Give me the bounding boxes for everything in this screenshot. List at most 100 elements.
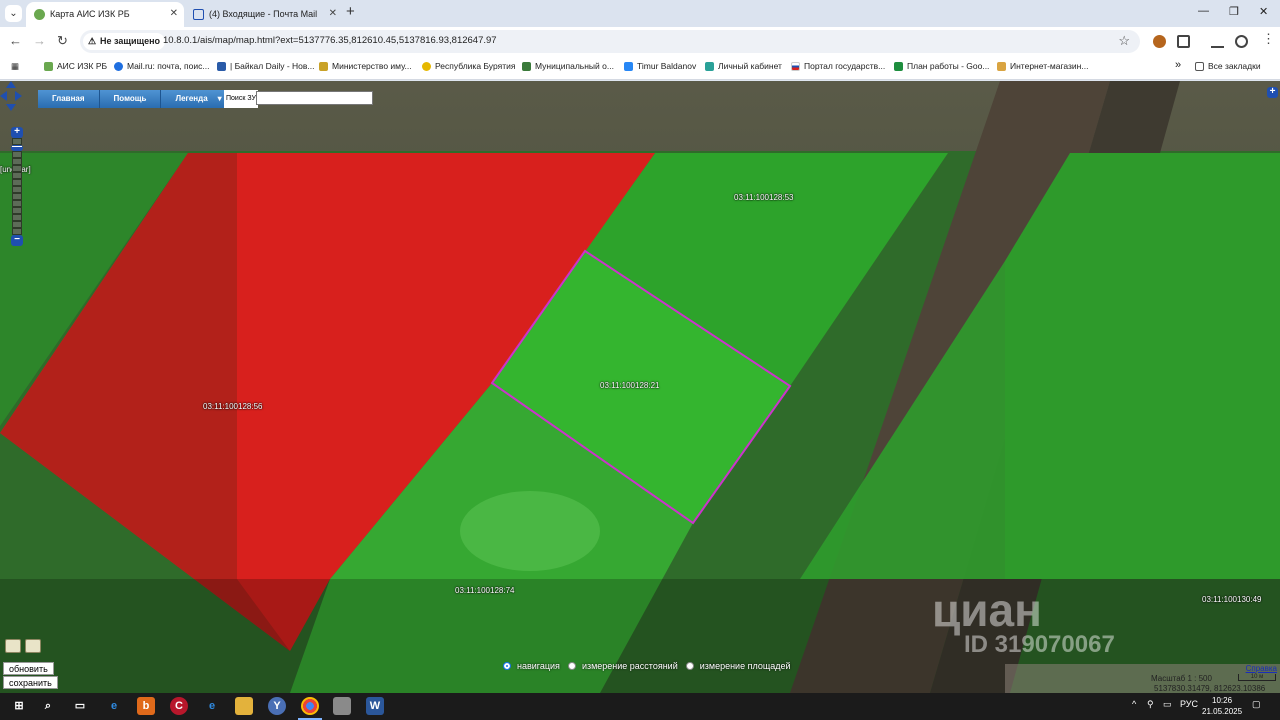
address-bar[interactable]: Не защищено 10.8.0.1/ais/map/map.html?ex… xyxy=(80,30,1140,53)
pan-left-icon[interactable] xyxy=(0,91,7,101)
chrome-icon[interactable] xyxy=(301,697,319,715)
radio-button[interactable] xyxy=(503,662,511,670)
extension-icon[interactable] xyxy=(1153,35,1166,48)
reload-button[interactable]: ↻ xyxy=(57,33,68,49)
windows-start-icon[interactable]: ⊞ xyxy=(10,697,28,715)
zoom-level-tick[interactable] xyxy=(12,214,22,221)
all-bookmarks[interactable]: Все закладки xyxy=(1195,61,1261,71)
hand-tool-icon[interactable] xyxy=(25,639,41,653)
restore-button[interactable]: ❐ xyxy=(1229,5,1239,18)
app-icon[interactable]: b xyxy=(137,697,155,715)
zoom-level-tick[interactable] xyxy=(12,221,22,228)
bookmark-item[interactable]: Муниципальный о... xyxy=(522,61,614,71)
menu-home-button[interactable]: Главная xyxy=(38,90,100,108)
pan-up-icon[interactable] xyxy=(6,81,16,88)
radio-button[interactable] xyxy=(567,662,576,670)
bookmark-item[interactable]: Mail.ru: почта, поис... xyxy=(114,61,209,71)
parcel-label[interactable]: 03:11:100128:56 xyxy=(203,402,262,411)
map-view[interactable]: 03:11:100128:56 03:11:100128:53 03:11:10… xyxy=(0,81,1280,693)
zoom-level-tick[interactable] xyxy=(12,165,22,172)
bookmark-favicon-icon xyxy=(791,62,800,71)
back-button[interactable]: ← xyxy=(9,33,22,48)
tab-search-button[interactable]: ⌄ xyxy=(5,5,22,22)
network-icon[interactable]: ⚲ xyxy=(1147,699,1154,710)
security-indicator[interactable]: Не защищено xyxy=(83,33,166,50)
close-icon[interactable]: ✕ xyxy=(329,2,337,26)
parcel-label[interactable]: 03:11:100130:49 xyxy=(1202,595,1261,604)
extensions-puzzle-icon[interactable] xyxy=(1177,35,1190,48)
bookmark-item[interactable]: Интернет-магазин... xyxy=(997,61,1088,71)
yandex-browser-icon[interactable]: Y xyxy=(268,697,286,715)
pan-right-icon[interactable] xyxy=(15,91,22,101)
edge-icon[interactable]: e xyxy=(203,697,221,715)
bookmark-item[interactable]: Timur Baldanov xyxy=(624,61,696,71)
refresh-button[interactable]: обновить xyxy=(3,662,54,675)
radio-button[interactable] xyxy=(685,662,694,670)
zoom-level-tick[interactable] xyxy=(12,151,22,158)
close-window-button[interactable]: ✕ xyxy=(1259,5,1268,18)
help-link[interactable]: Справка xyxy=(1246,664,1277,673)
bookmark-item[interactable]: Министерство иму... xyxy=(319,61,412,71)
bookmark-item[interactable]: | Байкал Daily - Нов... xyxy=(217,61,315,71)
parcel-label[interactable]: 03:11:100128:53 xyxy=(734,193,793,202)
display-icon[interactable]: ▭ xyxy=(1163,699,1172,710)
notifications-icon[interactable]: ▢ xyxy=(1252,699,1261,710)
mode-measure-distance[interactable]: измерение расстояний xyxy=(567,661,678,671)
pan-control[interactable] xyxy=(0,81,22,111)
search-icon[interactable]: ⌕ xyxy=(39,697,57,715)
mode-measure-area[interactable]: измерение площадей xyxy=(685,661,791,671)
bookmark-favicon-icon xyxy=(422,62,431,71)
tab-mail[interactable]: (4) Входящие - Почта Mail ✕ xyxy=(185,2,343,27)
zoom-level-tick[interactable] xyxy=(12,179,22,186)
mode-navigation[interactable]: навигация xyxy=(503,661,560,671)
bookmark-item[interactable]: Личный кабинет xyxy=(705,61,782,71)
bookmark-item[interactable]: Портал государств... xyxy=(791,61,885,71)
zoom-level-tick[interactable] xyxy=(12,200,22,207)
zoom-level-tick[interactable] xyxy=(12,172,22,179)
scale-panel: Справка Масштаб 1 : 500 10 м 5137830.314… xyxy=(1005,664,1280,693)
profile-icon[interactable] xyxy=(1235,35,1248,48)
zoom-level-tick[interactable] xyxy=(12,158,22,165)
zoom-bar[interactable]: + — − xyxy=(11,127,23,261)
zoom-in-button[interactable]: + xyxy=(11,127,23,138)
bookmark-item[interactable]: Республика Бурятия xyxy=(422,61,515,71)
minimize-button[interactable]: — xyxy=(1198,5,1209,17)
bookmark-item[interactable]: План работы - Goo... xyxy=(894,61,989,71)
language-indicator[interactable]: РУС xyxy=(1180,699,1198,709)
menu-help-button[interactable]: Помощь xyxy=(99,90,162,108)
zoom-slider-handle[interactable]: — xyxy=(11,142,23,152)
bookmark-item[interactable]: АИС ИЗК РБ xyxy=(44,61,107,71)
menu-legend-button[interactable]: Легенда xyxy=(161,90,227,108)
zoom-level-tick[interactable] xyxy=(12,193,22,200)
clock[interactable]: 10:26 21.05.2025 xyxy=(1202,695,1242,717)
zoom-level-tick[interactable] xyxy=(12,207,22,214)
more-bookmarks-icon[interactable]: » xyxy=(1175,59,1181,71)
save-button[interactable]: сохранить xyxy=(3,676,58,689)
url-text[interactable]: 10.8.0.1/ais/map/map.html?ext=5137776.35… xyxy=(163,35,497,46)
download-icon[interactable] xyxy=(1211,35,1224,48)
apps-grid-icon[interactable]: ▦ xyxy=(11,61,19,72)
task-view-icon[interactable]: ▭ xyxy=(71,697,89,715)
app-circle-icon[interactable]: C xyxy=(170,697,188,715)
close-icon[interactable]: ✕ xyxy=(170,2,178,26)
tray-chevron-icon[interactable]: ^ xyxy=(1132,699,1136,709)
tab-title: (4) Входящие - Почта Mail xyxy=(209,9,318,19)
layer-switcher-button[interactable]: + xyxy=(1267,87,1278,98)
file-explorer-icon[interactable] xyxy=(235,697,253,715)
parcel-label[interactable]: 03:11:100128:74 xyxy=(455,586,514,595)
parcel-label[interactable]: 03:11:100128:21 xyxy=(600,381,659,390)
parcel-green-right xyxy=(1005,153,1280,579)
forward-button[interactable]: → xyxy=(33,33,46,48)
new-tab-button[interactable]: + xyxy=(346,3,355,20)
zoom-level-tick[interactable] xyxy=(12,186,22,193)
word-icon[interactable]: W xyxy=(366,697,384,715)
internet-explorer-icon[interactable]: e xyxy=(105,697,123,715)
zoom-out-button[interactable]: − xyxy=(11,235,23,246)
layers-tool-icon[interactable] xyxy=(5,639,21,653)
tab-ais-map[interactable]: Карта АИС ИЗК РБ ✕ xyxy=(26,2,184,27)
app-photo-icon[interactable] xyxy=(333,697,351,715)
parcel-search-input[interactable] xyxy=(256,91,373,105)
menu-kebab-icon[interactable]: ⋮ xyxy=(1262,31,1275,47)
bookmark-star-icon[interactable]: ☆ xyxy=(1118,33,1130,49)
pan-down-icon[interactable] xyxy=(6,104,16,111)
